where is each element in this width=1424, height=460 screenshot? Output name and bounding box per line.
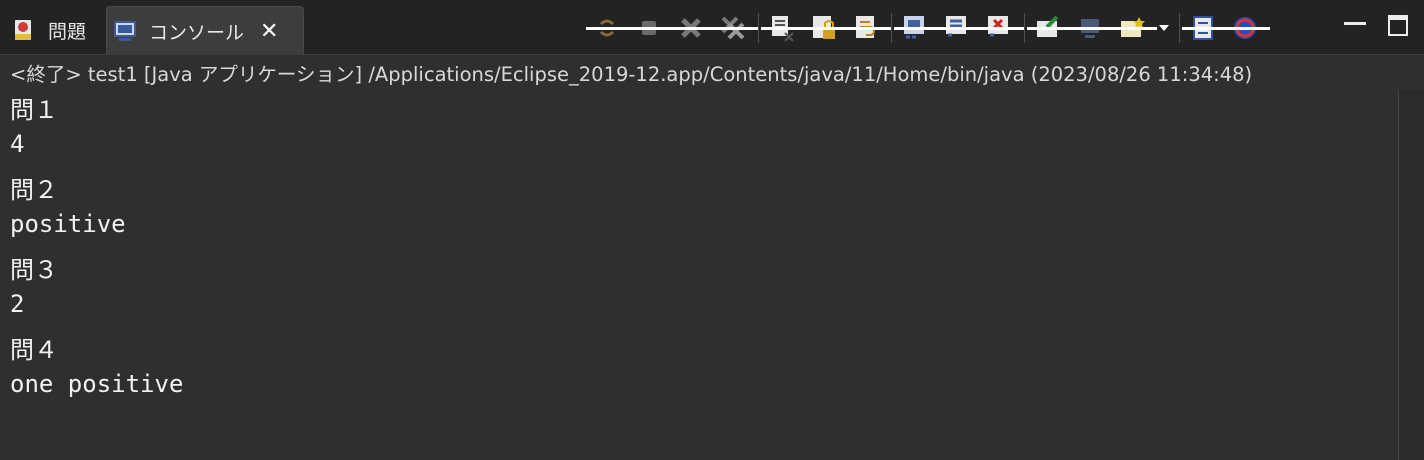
output-line: 2: [10, 290, 25, 318]
debug-icon[interactable]: [1182, 11, 1228, 45]
remove-all-terminated-icon[interactable]: [712, 11, 758, 45]
terminate-icon[interactable]: [628, 11, 674, 45]
tab-console[interactable]: コンソール ✕: [106, 6, 304, 55]
display-console-icon[interactable]: [1069, 11, 1115, 45]
tab-problems[interactable]: 問題: [6, 6, 102, 54]
tab-problems-label: 問題: [48, 20, 87, 43]
output-line: one positive: [10, 370, 184, 398]
scroll-lock-icon[interactable]: [803, 11, 849, 45]
clear-console-icon[interactable]: [761, 11, 807, 45]
launch-status: <終了> test1 [Java アプリケーション] /Applications…: [10, 63, 1253, 86]
output-line: positive: [10, 210, 126, 238]
output-line: 問４: [10, 336, 58, 364]
output-line: 問３: [10, 256, 58, 284]
show-on-output-icon[interactable]: [894, 11, 940, 45]
tab-console-label: コンソール: [149, 21, 245, 44]
view-menu-icon[interactable]: [1157, 11, 1171, 45]
console-toolbar: [586, 10, 1270, 46]
problems-icon: [15, 20, 31, 40]
window-controls: [1322, 12, 1408, 36]
show-stderr-icon[interactable]: [978, 11, 1024, 45]
open-console-icon[interactable]: [1111, 11, 1157, 45]
toolbar-separator: [758, 13, 759, 43]
remove-launch-icon[interactable]: [670, 11, 716, 45]
relaunch-icon[interactable]: [586, 11, 632, 45]
maximize-button[interactable]: [1388, 15, 1408, 36]
close-icon[interactable]: ✕: [260, 19, 278, 44]
output-line: 問２: [10, 176, 58, 204]
toolbar-separator: [1024, 13, 1025, 43]
debug-settings-icon[interactable]: [1224, 11, 1270, 45]
output-line: 問１: [10, 96, 58, 124]
toolbar-separator: [891, 13, 892, 43]
console-output[interactable]: 問１ 4 問２ positive 問３ 2 問４ one positive: [0, 90, 1398, 460]
vertical-scrollbar[interactable]: [1398, 90, 1424, 460]
toolbar-separator: [1179, 13, 1180, 43]
output-line: 4: [10, 130, 25, 158]
show-on-error-icon[interactable]: [936, 11, 982, 45]
tab-bar: 問題 コンソール ✕: [0, 0, 1424, 55]
word-wrap-icon[interactable]: [845, 11, 891, 45]
minimize-button[interactable]: [1344, 12, 1366, 34]
console-icon: [114, 21, 136, 41]
pin-console-icon[interactable]: [1027, 11, 1073, 45]
